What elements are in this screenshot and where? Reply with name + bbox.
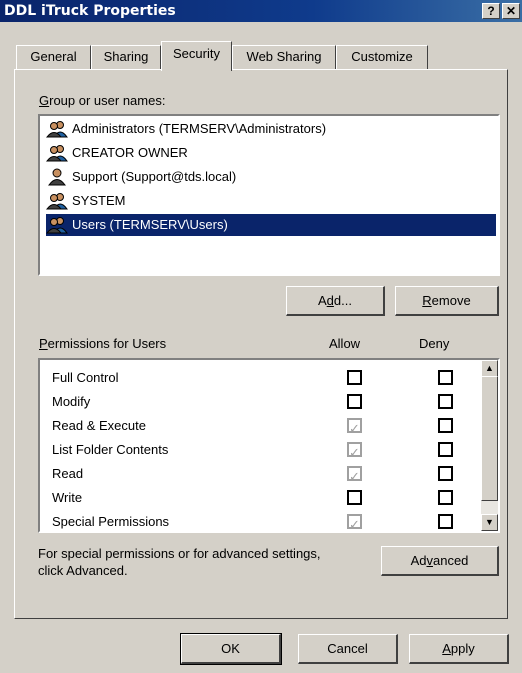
permission-row: Read bbox=[52, 462, 472, 489]
cancel-button[interactable]: Cancel bbox=[298, 634, 398, 664]
permission-name: Special Permissions bbox=[52, 514, 170, 529]
user-list-item[interactable]: Support (Support@tds.local) bbox=[46, 166, 496, 188]
ok-button[interactable]: OK bbox=[180, 633, 282, 665]
advanced-note: For special permissions or for advanced … bbox=[38, 546, 321, 578]
user-list-item[interactable]: Administrators (TERMSERV\Administrators) bbox=[45, 118, 496, 140]
permissions-list[interactable]: Full Control Modify Read & Execute List Fol… bbox=[38, 358, 500, 533]
tab-security[interactable]: Security bbox=[161, 41, 232, 71]
group-icon bbox=[45, 144, 68, 162]
title-bar[interactable]: DDL iTruck Properties ? ✕ bbox=[0, 0, 522, 22]
window-title: DDL iTruck Properties bbox=[4, 3, 176, 19]
permission-name: Modify bbox=[52, 394, 91, 409]
user-name: Support (Support@tds.local) bbox=[72, 169, 237, 184]
scroll-down-button[interactable]: ▼ bbox=[481, 514, 498, 531]
allow-checkbox bbox=[347, 417, 362, 441]
deny-checkbox[interactable] bbox=[438, 370, 453, 385]
permission-name: Write bbox=[52, 490, 83, 505]
group-label: Group or user names: bbox=[39, 93, 166, 108]
tab-customize[interactable]: Customize bbox=[336, 45, 428, 69]
add-button[interactable]: Add... bbox=[286, 286, 385, 316]
permission-row: Special Permissions bbox=[52, 510, 472, 531]
group-icon bbox=[45, 120, 68, 138]
close-button[interactable]: ✕ bbox=[502, 3, 520, 19]
permissions-label: Permissions for Users bbox=[39, 336, 167, 351]
remove-button[interactable]: Remove bbox=[395, 286, 499, 316]
users-listbox[interactable]: Administrators (TERMSERV\Administrators)… bbox=[38, 114, 500, 276]
user-name: CREATOR OWNER bbox=[72, 145, 188, 160]
deny-header: Deny bbox=[419, 336, 450, 351]
allow-checkbox[interactable] bbox=[347, 370, 362, 385]
permission-row: Write bbox=[52, 486, 472, 510]
user-name: Users (TERMSERV\Users) bbox=[72, 217, 228, 232]
properties-window: DDL iTruck Properties ? ✕ General Sharin… bbox=[0, 0, 522, 673]
scroll-thumb[interactable] bbox=[481, 376, 498, 501]
deny-checkbox[interactable] bbox=[438, 490, 453, 505]
deny-checkbox[interactable] bbox=[438, 442, 453, 457]
user-name: Administrators (TERMSERV\Administrators) bbox=[72, 121, 327, 136]
allow-checkbox[interactable] bbox=[347, 490, 362, 505]
group-icon bbox=[45, 216, 68, 234]
allow-checkbox[interactable] bbox=[347, 394, 362, 409]
allow-checkbox bbox=[347, 465, 362, 489]
tab-general[interactable]: General bbox=[16, 45, 91, 69]
user-list-item[interactable]: SYSTEM bbox=[45, 190, 496, 212]
allow-header: Allow bbox=[329, 336, 361, 351]
user-list-item[interactable]: CREATOR OWNER bbox=[45, 142, 496, 164]
permission-row: Full Control bbox=[52, 366, 472, 390]
deny-checkbox[interactable] bbox=[438, 394, 453, 409]
group-icon bbox=[45, 192, 68, 210]
permission-row: List Folder Contents bbox=[52, 438, 472, 465]
scroll-up-button[interactable]: ▲ bbox=[481, 360, 498, 377]
advanced-button[interactable]: Advanced bbox=[381, 546, 499, 576]
permission-row: Modify bbox=[52, 390, 472, 414]
allow-checkbox bbox=[347, 513, 362, 531]
permission-name: Read bbox=[52, 466, 84, 481]
permission-row: Read & Execute bbox=[52, 414, 472, 441]
user-name: SYSTEM bbox=[72, 193, 126, 208]
tab-web-sharing[interactable]: Web Sharing bbox=[232, 45, 336, 69]
user-icon bbox=[46, 168, 68, 186]
permission-name: Full Control bbox=[52, 370, 119, 385]
tab-sharing[interactable]: Sharing bbox=[91, 45, 161, 69]
permissions-scrollbar[interactable]: ▲ ▼ bbox=[481, 360, 498, 531]
deny-checkbox[interactable] bbox=[438, 514, 453, 529]
allow-checkbox bbox=[347, 441, 362, 465]
user-list-item[interactable]: Users (TERMSERV\Users) bbox=[45, 214, 496, 236]
apply-button[interactable]: Apply bbox=[409, 634, 509, 664]
deny-checkbox[interactable] bbox=[438, 418, 453, 433]
permission-name: Read & Execute bbox=[52, 418, 146, 433]
permission-name: List Folder Contents bbox=[52, 442, 169, 457]
help-button[interactable]: ? bbox=[482, 3, 500, 19]
deny-checkbox[interactable] bbox=[438, 466, 453, 481]
